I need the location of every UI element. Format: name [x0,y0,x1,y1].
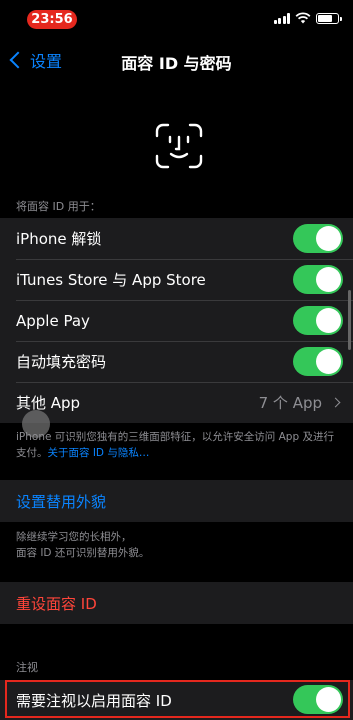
reset-face-id-button[interactable]: 重设面容 ID [0,582,353,624]
face-id-icon [155,123,203,169]
toggle-row-itunes-app-store: iTunes Store 与 App Store [0,259,353,300]
scroll-indicator[interactable] [348,290,351,350]
alternate-appearance-group: 设置替用外貌 [0,480,353,522]
page-title: 面容 ID 与密码 [121,54,232,73]
cellular-signal-icon [273,12,290,24]
toggle-knob [316,308,341,333]
face-id-footnote: iPhone 可识别您独有的三维面部特征，以允许安全访问 App 及进行支付。关… [16,429,341,461]
other-apps-value: 7 个 App [258,382,341,423]
highlight-box [5,680,350,718]
toggle-knob [316,267,341,292]
status-bar: 23:56 [0,0,353,36]
apple-pay-toggle[interactable] [293,306,343,335]
row-label: iPhone 解锁 [16,230,102,248]
row-label: 其他 App [16,394,81,412]
use-section-header: 将面容 ID 用于： [16,200,101,213]
row-label: 设置替用外貌 [16,492,107,511]
row-label: Apple Pay [16,311,90,330]
toggle-row-autofill-passwords: 自动填充密码 [0,341,353,382]
chevron-right-icon [330,397,341,408]
attention-section-header: 注视 [16,661,38,674]
status-icons [273,12,342,24]
navigation-bar: 设置 面容 ID 与密码 [0,44,353,80]
autofill-passwords-toggle[interactable] [293,347,343,376]
row-label: 重设面容 ID [16,594,97,613]
other-apps-row[interactable]: 其他 App 7 个 App [0,382,353,423]
footnote-line: 面容 ID 还可识别替用外貌。 [16,547,150,559]
use-face-id-group: iPhone 解锁 iTunes Store 与 App Store Apple… [0,218,353,423]
row-label: 自动填充密码 [16,353,107,371]
toggle-row-apple-pay: Apple Pay [0,300,353,341]
battery-icon [316,12,342,24]
iphone-unlock-toggle[interactable] [293,224,343,253]
status-time: 23:56 [27,10,77,29]
set-alternate-appearance-button[interactable]: 设置替用外貌 [0,480,353,522]
toggle-knob [316,226,341,251]
toggle-knob [316,349,341,374]
itunes-app-store-toggle[interactable] [293,265,343,294]
alternate-appearance-footnote: 除继续学习您的长相外， 面容 ID 还可识别替用外貌。 [16,529,341,561]
toggle-row-iphone-unlock: iPhone 解锁 [0,218,353,259]
footnote-line: 除继续学习您的长相外， [16,531,132,543]
row-label: iTunes Store 与 App Store [16,271,206,289]
reset-group: 重设面容 ID [0,582,353,624]
privacy-link[interactable]: 关于面容 ID 与隐私… [48,447,150,459]
wifi-icon [295,12,311,24]
other-apps-count: 7 个 App [258,394,322,412]
